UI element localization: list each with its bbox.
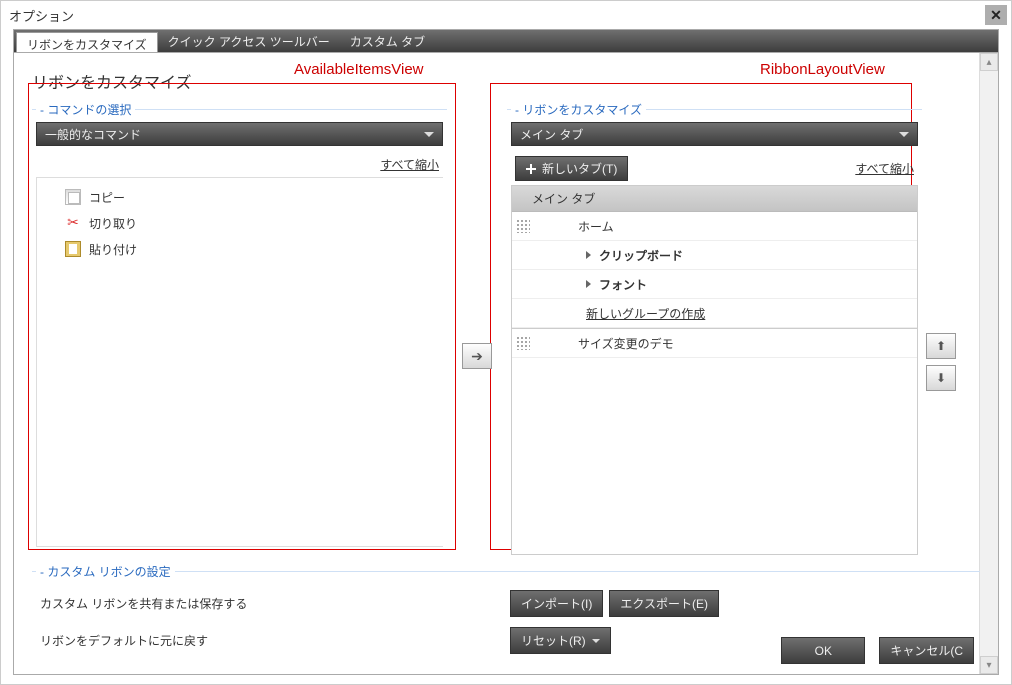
layout-node-home[interactable]: ホーム	[512, 212, 917, 241]
available-items-view: コマンドの選択 一般的なコマンド すべて縮小 コピー	[32, 103, 447, 555]
layout-node-label: サイズ変更のデモ	[538, 335, 674, 352]
grip-icon[interactable]	[516, 219, 530, 233]
new-group-link[interactable]: 新しいグループの作成	[516, 305, 705, 322]
settings-share-save-label: カスタム リボンを共有または保存する	[40, 595, 510, 612]
arrow-down-icon: ⬇	[936, 371, 946, 385]
cut-icon: ✂	[65, 215, 81, 231]
chevron-down-icon	[424, 132, 434, 137]
move-up-button[interactable]: ⬆	[926, 333, 956, 359]
tab-customize-ribbon[interactable]: リボンをカスタマイズ	[16, 32, 158, 53]
customize-legend: リボンをカスタマイズ	[511, 101, 646, 118]
layout-node-clipboard[interactable]: クリップボード	[512, 241, 917, 270]
layout-node-font[interactable]: フォント	[512, 270, 917, 299]
export-button[interactable]: エクスポート(E)	[609, 590, 719, 617]
tree-item-label: 貼り付け	[89, 241, 137, 258]
available-commands-tree[interactable]: コピー ✂ 切り取り 貼り付け	[36, 177, 443, 547]
tree-item-label: 切り取り	[89, 215, 137, 232]
command-choice-legend: コマンドの選択	[36, 101, 135, 118]
move-down-button[interactable]: ⬇	[926, 365, 956, 391]
customize-fieldset: リボンをカスタマイズ メイン タブ 新しいタブ(T) すべて縮小 メイン タブ	[507, 109, 922, 559]
overlay-label-left: AvailableItemsView	[294, 61, 424, 78]
layout-node-new-group[interactable]: 新しいグループの作成	[512, 299, 917, 328]
reset-button[interactable]: リセット(R)	[510, 627, 611, 654]
new-tab-button[interactable]: 新しいタブ(T)	[515, 156, 628, 181]
plus-icon	[526, 164, 536, 174]
tab-qat[interactable]: クイック アクセス ツールバー	[158, 30, 340, 52]
add-button[interactable]: ➔	[462, 343, 492, 369]
tabbar: リボンをカスタマイズ クイック アクセス ツールバー カスタム タブ	[14, 30, 998, 52]
ok-button[interactable]: OK	[781, 637, 865, 664]
layout-node-label: フォント	[599, 276, 647, 293]
new-tab-label: 新しいタブ(T)	[542, 160, 617, 177]
scroll-down-icon[interactable]: ▾	[980, 656, 998, 674]
close-button[interactable]: ✕	[985, 5, 1007, 25]
ribbon-layout-tree[interactable]: メイン タブ ホーム クリップボード	[511, 185, 918, 555]
arrow-right-icon: ➔	[471, 348, 483, 365]
tree-item-paste[interactable]: 貼り付け	[37, 236, 443, 262]
tree-item-label: コピー	[89, 189, 125, 206]
chevron-down-icon	[592, 639, 600, 643]
expander-icon[interactable]	[586, 251, 591, 259]
shrink-row-right: 新しいタブ(T) すべて縮小	[511, 150, 918, 185]
settings-legend: カスタム リボンの設定	[36, 563, 175, 580]
layout-tree-header: メイン タブ	[512, 186, 917, 212]
panel-scrollbar[interactable]: ▴ ▾	[979, 53, 998, 674]
reorder-wrap: ⬆ ⬇	[922, 103, 966, 391]
window-title: オプション	[9, 6, 74, 25]
paste-icon	[65, 241, 81, 257]
close-icon: ✕	[990, 7, 1002, 24]
chevron-down-icon	[899, 132, 909, 137]
transfer-wrap: ➔	[457, 103, 497, 369]
collapse-all-left[interactable]: すべて縮小	[380, 156, 439, 173]
settings-reset-label: リボンをデフォルトに元に戻す	[40, 632, 510, 649]
layout-node-label: クリップボード	[599, 247, 683, 264]
overlay-label-right: RibbonLayoutView	[760, 61, 885, 78]
tree-item-cut[interactable]: ✂ 切り取り	[37, 210, 443, 236]
tree-item-copy[interactable]: コピー	[37, 184, 443, 210]
collapse-all-right[interactable]: すべて縮小	[855, 160, 914, 177]
command-choice-fieldset: コマンドの選択 一般的なコマンド すべて縮小 コピー	[32, 109, 447, 555]
content-panel: ▴ ▾ リボンをカスタマイズ AvailableItemsView Ribbon…	[13, 52, 999, 675]
cancel-button[interactable]: キャンセル(C	[879, 637, 974, 664]
target-ribbon-select[interactable]: メイン タブ	[511, 122, 918, 146]
copy-icon	[65, 189, 81, 205]
options-window: オプション ✕ リボンをカスタマイズ クイック アクセス ツールバー カスタム …	[0, 0, 1012, 685]
import-button[interactable]: インポート(I)	[510, 590, 603, 617]
titlebar: オプション ✕	[1, 1, 1011, 29]
tabbar-container: リボンをカスタマイズ クイック アクセス ツールバー カスタム タブ	[13, 29, 999, 52]
dialog-footer: OK キャンセル(C	[781, 637, 980, 664]
layout-node-label: ホーム	[538, 218, 614, 235]
tab-custom-tabs[interactable]: カスタム タブ	[340, 30, 435, 52]
ribbon-layout-view: リボンをカスタマイズ メイン タブ 新しいタブ(T) すべて縮小 メイン タブ	[507, 103, 922, 559]
command-source-value: 一般的なコマンド	[45, 126, 141, 143]
command-source-select[interactable]: 一般的なコマンド	[36, 122, 443, 146]
reset-label: リセット(R)	[521, 632, 586, 649]
shrink-row-left: すべて縮小	[36, 150, 443, 177]
grip-icon[interactable]	[516, 336, 530, 350]
layout-node-resize-demo[interactable]: サイズ変更のデモ	[512, 328, 917, 358]
expander-icon[interactable]	[586, 280, 591, 288]
two-column-layout: コマンドの選択 一般的なコマンド すべて縮小 コピー	[32, 103, 980, 559]
scroll-up-icon[interactable]: ▴	[980, 53, 998, 71]
arrow-up-icon: ⬆	[936, 339, 946, 353]
target-ribbon-value: メイン タブ	[520, 126, 583, 143]
